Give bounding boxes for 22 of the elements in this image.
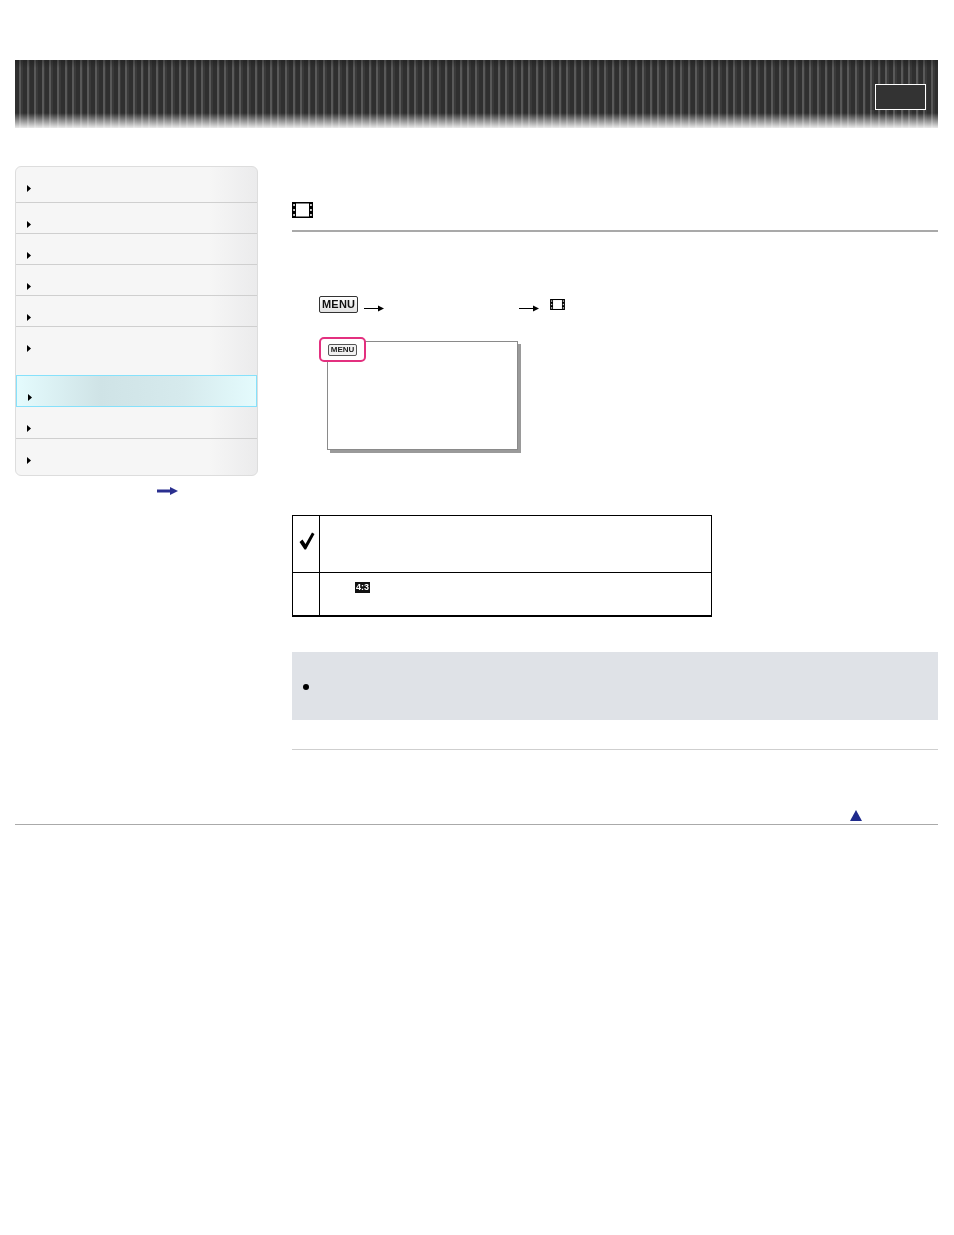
- triangle-icon: [27, 345, 31, 352]
- menu-key: MENU: [327, 343, 358, 356]
- right-arrow-icon: [519, 305, 540, 312]
- triangle-icon: [27, 185, 31, 192]
- check-icon: [299, 532, 315, 550]
- right-arrow-icon[interactable]: [157, 487, 178, 495]
- film-icon: [550, 299, 566, 310]
- film-icon: [292, 202, 313, 218]
- triangle-icon: [27, 252, 31, 259]
- triangle-icon: [27, 283, 31, 290]
- triangle-icon: [28, 394, 32, 401]
- aspect-ratio-badge: 4:3: [355, 582, 370, 593]
- bullet-icon: [303, 683, 309, 690]
- triangle-icon: [27, 457, 31, 464]
- right-arrow-icon: [364, 305, 385, 312]
- menu-key: MENU: [319, 296, 359, 313]
- header-button[interactable]: [875, 84, 926, 110]
- up-triangle-icon[interactable]: [850, 809, 862, 821]
- triangle-icon: [27, 221, 31, 228]
- sidebar-item[interactable]: [16, 375, 257, 407]
- triangle-icon: [27, 425, 31, 432]
- triangle-icon: [27, 314, 31, 321]
